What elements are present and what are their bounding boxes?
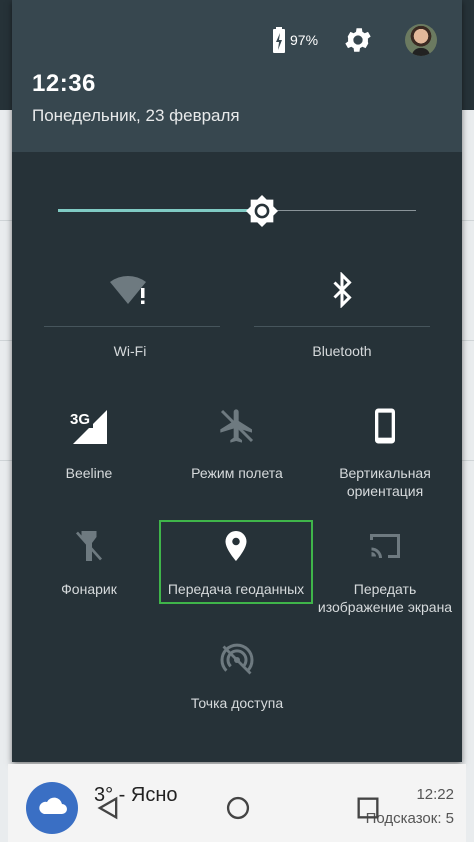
tile-label: Точка доступа [190, 695, 284, 711]
bluetooth-icon [333, 272, 352, 308]
brightness-slider[interactable] [58, 192, 416, 228]
tile-label: Фонарик [61, 581, 117, 597]
weather-button[interactable] [26, 782, 78, 834]
phone-rotation-icon [375, 408, 395, 444]
signal-icon: 3G [69, 406, 107, 444]
tile-label: Beeline [65, 465, 113, 481]
clock-date: Понедельник, 23 февраля [32, 106, 240, 125]
flashlight-icon [75, 531, 103, 561]
cloud-icon [39, 797, 67, 814]
tile-label: Вертикальная [339, 465, 431, 481]
card-time: 12:22 [416, 786, 454, 803]
tile-label: Передать [353, 581, 417, 597]
tile-hotspot[interactable]: Точка доступа [167, 642, 307, 712]
battery-percent: 97% [290, 32, 319, 48]
tile-label: Режим полета [191, 465, 283, 481]
hotspot-icon [220, 643, 254, 675]
battery-icon [273, 27, 285, 53]
quick-settings-panel: 97% 12:36 Понедельник, 23 февраля Wi-Fi [12, 0, 462, 762]
tile-label: ориентация [346, 483, 424, 499]
tile-label: Wi-Fi [113, 343, 147, 359]
recents-icon[interactable] [354, 794, 382, 822]
back-icon[interactable] [94, 794, 122, 822]
tile-mobile-data[interactable]: 3G Beeline [29, 406, 149, 482]
home-icon[interactable] [224, 794, 252, 822]
divider [44, 326, 220, 327]
tile-bluetooth[interactable]: Bluetooth [282, 272, 402, 360]
panel-header: 97% 12:36 Понедельник, 23 февраля [12, 0, 462, 152]
gear-icon[interactable] [342, 24, 374, 56]
tile-label: Bluetooth [312, 343, 372, 359]
clock-time: 12:36 [32, 70, 96, 97]
brightness-track-filled [58, 209, 262, 212]
status-row: 97% [12, 22, 462, 58]
airplane-icon [220, 409, 254, 443]
cast-icon [370, 534, 400, 558]
avatar[interactable] [405, 24, 437, 56]
tile-cast[interactable]: Передать изображение экрана [310, 528, 460, 616]
network-type-badge: 3G [70, 411, 90, 428]
tile-wifi[interactable]: Wi-Fi [70, 272, 190, 360]
tile-airplane-mode[interactable]: Режим полета [177, 406, 297, 482]
brightness-track [262, 210, 416, 211]
wifi-icon [110, 276, 146, 304]
tile-flashlight[interactable]: Фонарик [29, 528, 149, 598]
highlight-box [159, 520, 313, 604]
brightness-icon[interactable] [245, 194, 279, 228]
divider [254, 326, 430, 327]
weather-card[interactable]: 3° - Ясно 12:22 Подсказок: 5 [8, 764, 466, 842]
tile-label: изображение экрана [317, 599, 453, 615]
tile-rotation[interactable]: Вертикальная ориентация [310, 406, 460, 500]
